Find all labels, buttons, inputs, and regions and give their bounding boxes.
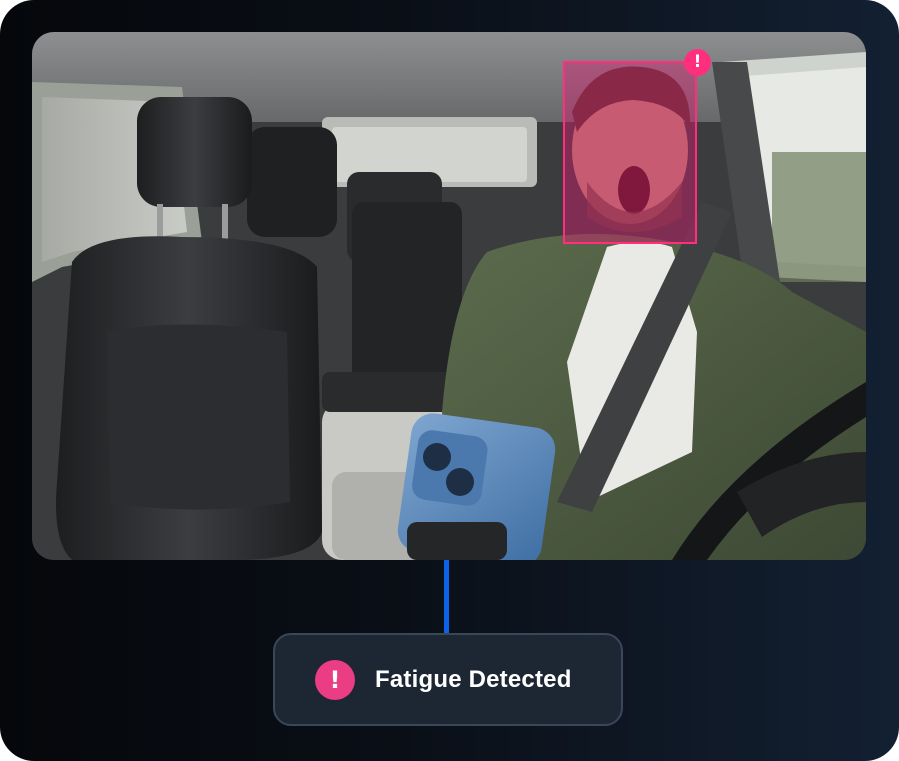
- in-cab-camera-view: !: [32, 32, 866, 560]
- alert-label: Fatigue Detected: [375, 665, 572, 693]
- face-detection-box: [563, 61, 697, 244]
- face-alert-badge: !: [684, 49, 711, 76]
- vehicle-interior-image: [32, 32, 866, 560]
- fatigue-alert-badge: ! Fatigue Detected: [273, 633, 623, 726]
- exclamation-icon: !: [315, 659, 355, 700]
- driver-monitoring-card: ! ! Fatigue Detected: [0, 0, 899, 761]
- connector-line: [444, 560, 449, 634]
